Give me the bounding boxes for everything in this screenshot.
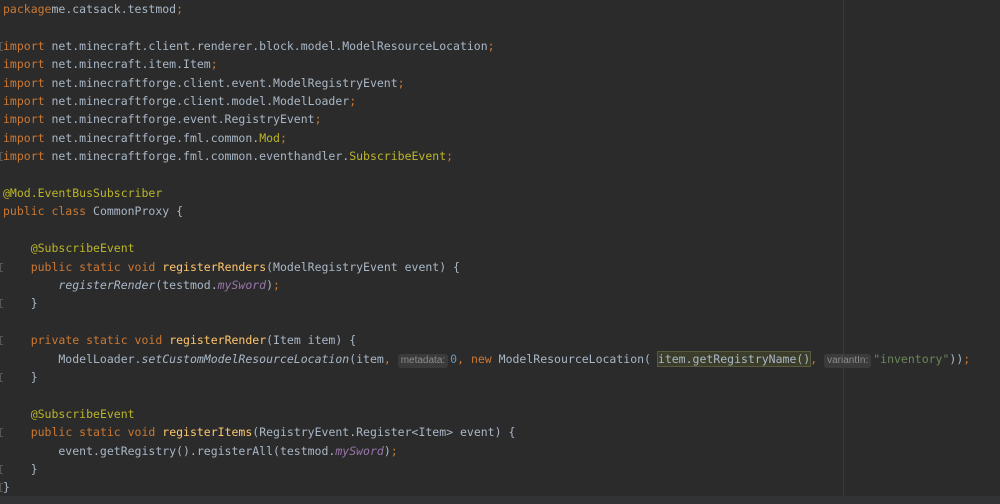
code-token: ; xyxy=(176,2,184,16)
code-token: @SubscribeEvent xyxy=(30,406,135,421)
code-editor[interactable]: packageme.catsack.testmod; import net.min… xyxy=(0,0,1000,504)
code-token: registerRenders xyxy=(162,259,267,274)
code-token: (testmod. xyxy=(155,278,218,292)
code-text: packageme.catsack.testmod; xyxy=(3,0,183,18)
code-token: } xyxy=(3,480,10,495)
code-text: import net.minecraft.client.renderer.blo… xyxy=(3,37,495,55)
code-token: registerRender xyxy=(58,278,156,292)
code-token: mySword xyxy=(217,278,267,292)
code-token: } xyxy=(3,370,38,384)
code-token: ; xyxy=(279,130,287,145)
code-token: ) xyxy=(266,278,274,292)
code-token: ModelResourceLocation( xyxy=(498,351,658,366)
code-token: net.minecraftforge.fml.common.eventhandl… xyxy=(51,149,350,164)
code-text: } xyxy=(3,478,10,496)
code-text: @SubscribeEvent xyxy=(3,239,135,257)
code-token: net.minecraft.item.Item xyxy=(51,57,211,72)
code-token: net.minecraftforge.client.event.ModelReg… xyxy=(51,75,398,90)
code-text: } xyxy=(3,368,38,386)
code-text: import net.minecraftforge.event.Registry… xyxy=(3,110,322,128)
code-text: event.getRegistry().registerAll(testmod.… xyxy=(3,442,398,460)
code-token: import xyxy=(3,130,52,145)
code-token: , new xyxy=(457,351,499,366)
code-text: ModelLoader.setCustomModelResourceLocati… xyxy=(3,350,970,368)
code-token: @SubscribeEvent xyxy=(30,241,135,256)
code-token: } xyxy=(3,462,38,476)
code-token: me.catsack.testmod xyxy=(51,2,177,16)
code-token: public static void xyxy=(30,259,163,274)
code-token: private static void xyxy=(30,333,170,348)
parameter-hint: variantIn: xyxy=(824,353,872,368)
code-token: ; xyxy=(390,443,398,458)
code-token: registerItems xyxy=(162,425,253,440)
code-token: net.minecraft.client.renderer.block.mode… xyxy=(51,38,488,53)
right-margin-guide xyxy=(843,0,844,504)
code-token: ; xyxy=(487,38,495,53)
code-token: item.getRegistryName() xyxy=(656,350,812,367)
code-text: @Mod.EventBusSubscriber xyxy=(3,184,162,202)
code-token: (ModelRegistryEvent event) { xyxy=(266,259,460,274)
code-token: public static void xyxy=(30,425,163,440)
code-token: "inventory" xyxy=(873,351,950,366)
code-token: ; xyxy=(210,57,218,72)
code-token: import xyxy=(3,57,52,72)
code-token: } xyxy=(3,296,38,311)
code-token: ; xyxy=(963,351,971,366)
code-token: public class xyxy=(3,204,94,219)
code-token: ) xyxy=(383,443,391,458)
code-token: ModelLoader. xyxy=(3,351,142,366)
code-text: import net.minecraftforge.client.event.M… xyxy=(3,74,405,92)
parameter-hint: metadata: xyxy=(397,353,449,368)
code-token: Mod xyxy=(259,130,280,145)
code-token: ; xyxy=(397,75,405,90)
code-token: import xyxy=(3,149,52,164)
code-token: CommonProxy { xyxy=(93,204,184,219)
code-text: @SubscribeEvent xyxy=(3,405,135,423)
horizontal-scrollbar[interactable] xyxy=(0,496,1000,504)
code-text: public static void registerItems(Registr… xyxy=(3,423,516,441)
code-token: net.minecraftforge.fml.common. xyxy=(51,130,260,145)
code-text: import net.minecraftforge.fml.common.Mod… xyxy=(3,129,287,147)
code-token: event.getRegistry().registerAll(testmod. xyxy=(3,443,336,458)
code-token: ; xyxy=(349,94,357,108)
code-token: )) xyxy=(949,351,964,366)
code-text: } xyxy=(3,294,38,312)
code-token: import xyxy=(3,94,52,108)
code-text: public static void registerRenders(Model… xyxy=(3,258,460,276)
code-token: ; xyxy=(446,149,454,164)
code-text: import net.minecraftforge.client.model.M… xyxy=(3,92,356,110)
code-token: net.minecraftforge.event.RegistryEvent xyxy=(51,112,315,127)
code-token: package xyxy=(3,2,52,16)
code-text: import net.minecraft.item.Item; xyxy=(3,55,218,73)
code-text: private static void registerRender(Item … xyxy=(3,331,356,349)
code-token: , xyxy=(383,351,398,366)
code-text: import net.minecraftforge.fml.common.eve… xyxy=(3,147,453,165)
code-token: net.minecraftforge.client.model.ModelLoa… xyxy=(51,94,350,108)
code-token: (RegistryEvent.Register<Item> event) { xyxy=(252,425,516,440)
code-token: registerRender xyxy=(169,333,267,348)
code-token: ; xyxy=(314,112,322,127)
code-token: @Mod.EventBusSubscriber xyxy=(3,186,163,200)
code-text: } xyxy=(3,460,38,478)
code-text: public class CommonProxy { xyxy=(3,202,183,220)
code-text: registerRender(testmod.mySword); xyxy=(3,276,280,294)
code-token: ; xyxy=(273,278,280,292)
code-token: import xyxy=(3,38,52,53)
code-token: mySword xyxy=(335,443,384,458)
code-token: , xyxy=(810,351,825,366)
code-token: setCustomModelResourceLocation xyxy=(141,351,350,366)
code-token: SubscribeEvent xyxy=(349,149,447,164)
code-token: import xyxy=(3,75,52,90)
code-token: import xyxy=(3,112,52,127)
code-token: (Item item) { xyxy=(266,333,357,348)
code-token: (item xyxy=(349,351,384,366)
